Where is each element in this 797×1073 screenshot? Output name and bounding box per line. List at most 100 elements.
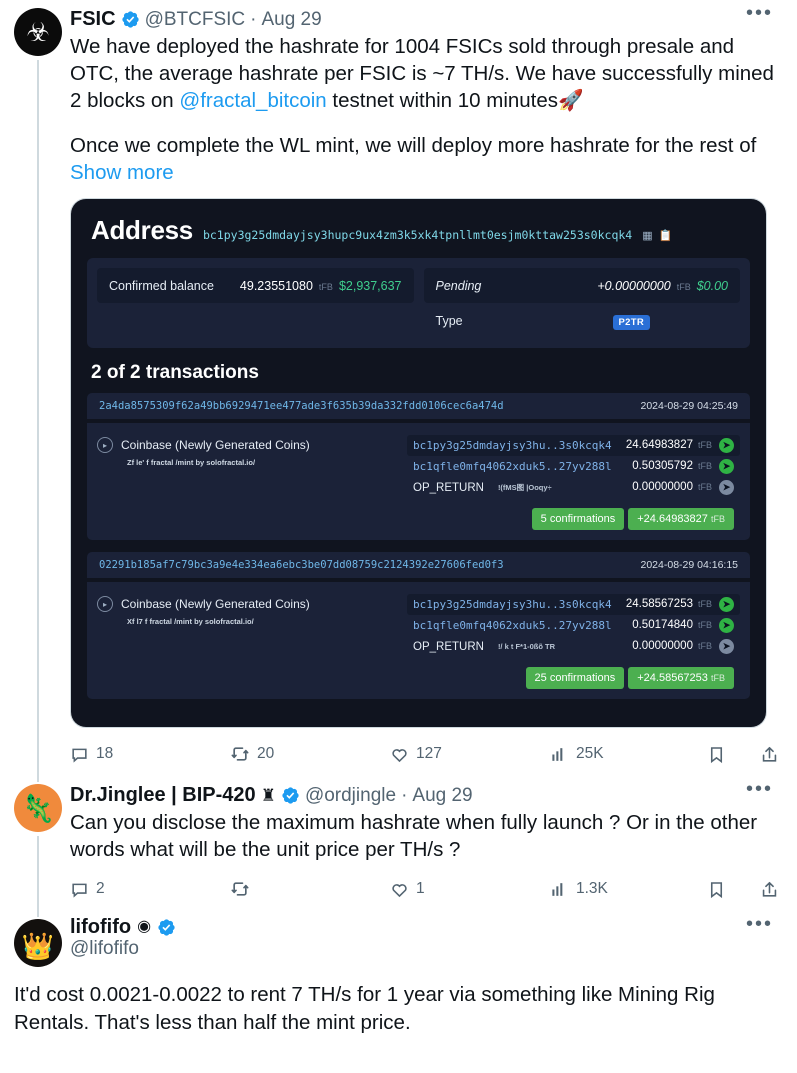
pending-label: Pending — [435, 278, 482, 293]
views-count: 25K — [576, 745, 604, 763]
like-button[interactable]: 127 — [390, 745, 550, 764]
transaction-total: +24.64983827 — [637, 513, 708, 526]
share-button[interactable] — [760, 745, 779, 764]
embedded-media-card[interactable]: Address bc1py3g25dmdayjsy3hupc9ux4zm3k5x… — [70, 198, 767, 729]
output-row: bc1py3g25dmdayjsy3hu..3s0kcqk4 24.649838… — [407, 435, 740, 457]
timestamp[interactable]: Aug 29 — [261, 10, 321, 29]
output-amount-wrap: 0.00000000 tFB ➤ — [632, 480, 734, 496]
handle[interactable]: @BTCFSIC — [145, 10, 246, 29]
like-button[interactable]: 1 — [390, 880, 550, 899]
thread-connector — [37, 60, 39, 783]
avatar[interactable]: 👑 — [14, 919, 62, 968]
tweet-gutter: 👑 — [14, 917, 70, 968]
op-return-data: !/ k t F*1-0ßõ TR — [497, 642, 556, 652]
confirmed-balance-usd: $2,937,637 — [338, 278, 402, 293]
tweet-header: Dr.Jinglee | BIP-420 ♜ @ordjingle · Aug … — [70, 779, 779, 808]
tweet-text: Can you disclose the maximum hashrate wh… — [70, 811, 763, 862]
coinbase-script: Xf l7 f fractal /mint by solofractal.io/ — [127, 617, 254, 627]
output-amount-wrap: 24.58567253 tFB ➤ — [625, 597, 734, 613]
confirmation-chips: 5 confirmations +24.64983827 tFB — [407, 508, 740, 531]
transaction-row[interactable]: 2a4da8575309f62a49bb6929471ee477ade3f635… — [87, 393, 750, 541]
op-return-data: !(fMS图 |Ooqy÷ — [497, 483, 552, 493]
bookmark-button[interactable] — [707, 745, 726, 764]
handle[interactable]: @lifofifo — [70, 939, 779, 958]
output-unit: tFB — [697, 461, 712, 472]
tweet-text: It'd cost 0.0021-0.0022 to rent 7 TH/s f… — [14, 983, 715, 1034]
arrow-out-icon: ➤ — [719, 597, 734, 613]
transaction-row[interactable]: 02291b185af7c79bc3a9e4e334ea6ebc3be07dd0… — [87, 552, 750, 700]
display-name[interactable]: Dr.Jinglee | BIP-420 — [70, 785, 256, 805]
tweet-fsic[interactable]: ☣ FSIC @BTCFSIC · Aug 29 ••• We have dep… — [0, 0, 797, 783]
output-address[interactable]: bc1py3g25dmdayjsy3hu..3s0kcqk4 — [413, 439, 612, 452]
more-options-icon[interactable]: ••• — [740, 779, 779, 799]
mention-link[interactable]: @fractal_bitcoin — [179, 89, 326, 112]
handle[interactable]: @ordjingle — [305, 786, 396, 805]
address-header: Address bc1py3g25dmdayjsy3hupc9ux4zm3k5x… — [87, 213, 750, 258]
output-amount: 24.58567253 — [625, 598, 693, 611]
tweet-ordjingle[interactable]: 🦎 Dr.Jinglee | BIP-420 ♜ @ordjingle · Au… — [0, 776, 797, 918]
coinbase-input-row: ▸ Coinbase (Newly Generated Coins) — [97, 437, 397, 454]
output-amount-wrap: 0.00000000 tFB ➤ — [632, 639, 734, 655]
transaction-body: ▸ Coinbase (Newly Generated Coins) Zf le… — [87, 419, 750, 541]
qr-code-icon[interactable]: ▦ — [642, 229, 652, 242]
pending-usd: $0.00 — [696, 278, 728, 293]
transaction-total-badge: +24.58567253 tFB — [628, 667, 734, 690]
output-amount: 0.00000000 — [632, 481, 693, 494]
output-row: bc1qfle0mfq4062xduk5..27yv288l 0.5030579… — [407, 456, 740, 477]
views-count: 1.3K — [576, 880, 608, 898]
avatar[interactable]: ☣ — [14, 8, 62, 56]
transaction-id-row: 2a4da8575309f62a49bb6929471ee477ade3f635… — [87, 393, 750, 420]
summary-right-column: Pending +0.00000000 tFB $0.00 Type P2TR — [423, 268, 740, 338]
reply-button[interactable]: 18 — [70, 745, 230, 764]
verified-badge-icon — [281, 786, 300, 805]
transaction-outputs: bc1py3g25dmdayjsy3hu..3s0kcqk4 24.649838… — [407, 435, 740, 531]
transaction-id[interactable]: 02291b185af7c79bc3a9e4e334ea6ebc3be07dd0… — [99, 559, 504, 571]
timestamp[interactable]: Aug 29 — [412, 786, 472, 805]
tweet-action-bar: 18 20 127 25K — [70, 732, 779, 776]
output-amount: 0.50305792 — [632, 460, 693, 473]
transaction-total: +24.58567253 — [637, 672, 708, 685]
output-amount-wrap: 24.64983827 tFB ➤ — [626, 438, 734, 454]
display-name[interactable]: FSIC — [70, 9, 116, 29]
transaction-id[interactable]: 2a4da8575309f62a49bb6929471ee477ade3f635… — [99, 400, 504, 412]
address-string[interactable]: bc1py3g25dmdayjsy3hupc9ux4zm3k5xk4tpnllm… — [203, 228, 632, 242]
tweet-content: lifofifo ◉ ••• @lifofifo — [70, 914, 783, 967]
transaction-body: ▸ Coinbase (Newly Generated Coins) Xf l7… — [87, 578, 750, 700]
bookmark-button[interactable] — [707, 880, 726, 899]
reply-button[interactable]: 2 — [70, 880, 230, 899]
avatar[interactable]: 🦎 — [14, 784, 62, 833]
coinbase-script: Zf le' f fractal /mint by solofractal.io… — [127, 458, 256, 468]
arrow-out-icon: ➤ — [719, 480, 734, 496]
separator: · — [250, 8, 257, 30]
op-return-label: OP_RETURN — [413, 640, 484, 653]
transaction-total-unit: tFB — [710, 514, 725, 525]
retweet-button[interactable] — [230, 879, 390, 899]
copy-icon[interactable]: 📋 — [659, 229, 673, 242]
confirmation-chips: 25 confirmations +24.58567253 tFB — [407, 667, 740, 690]
arrow-out-icon: ➤ — [719, 639, 734, 655]
display-name[interactable]: lifofifo — [70, 917, 131, 937]
output-address[interactable]: bc1qfle0mfq4062xduk5..27yv288l — [413, 460, 612, 473]
more-options-icon[interactable]: ••• — [740, 914, 779, 934]
output-address[interactable]: bc1qfle0mfq4062xduk5..27yv288l — [413, 619, 612, 632]
crowned-figure-icon: 👑 — [21, 930, 55, 961]
type-label: Type — [435, 313, 463, 328]
like-count: 127 — [416, 745, 442, 763]
more-options-icon[interactable]: ••• — [740, 3, 779, 23]
tweet-content: Dr.Jinglee | BIP-420 ♜ @ordjingle · Aug … — [70, 779, 783, 911]
views-button[interactable]: 25K — [550, 745, 707, 764]
confirmed-balance-unit: tFB — [318, 281, 333, 292]
output-address[interactable]: bc1py3g25dmdayjsy3hu..3s0kcqk4 — [413, 598, 612, 611]
confirmed-balance-label: Confirmed balance — [109, 278, 214, 293]
show-more-link[interactable]: Show more — [70, 159, 779, 186]
address-type-badge: P2TR — [612, 314, 650, 330]
pending-unit: tFB — [676, 281, 691, 292]
share-button[interactable] — [760, 880, 779, 899]
tweet-lifofifo[interactable]: 👑 lifofifo ◉ ••• @lifofifo — [0, 911, 797, 968]
pending-row: Pending +0.00000000 tFB $0.00 — [423, 268, 740, 304]
transaction-inputs: ▸ Coinbase (Newly Generated Coins) Xf l7… — [97, 594, 397, 689]
retweet-button[interactable]: 20 — [230, 744, 390, 764]
tweet-text-part2: testnet within 10 minutes🚀 — [326, 89, 584, 113]
views-button[interactable]: 1.3K — [550, 880, 707, 899]
pending-amount: +0.00000000 — [597, 278, 671, 293]
